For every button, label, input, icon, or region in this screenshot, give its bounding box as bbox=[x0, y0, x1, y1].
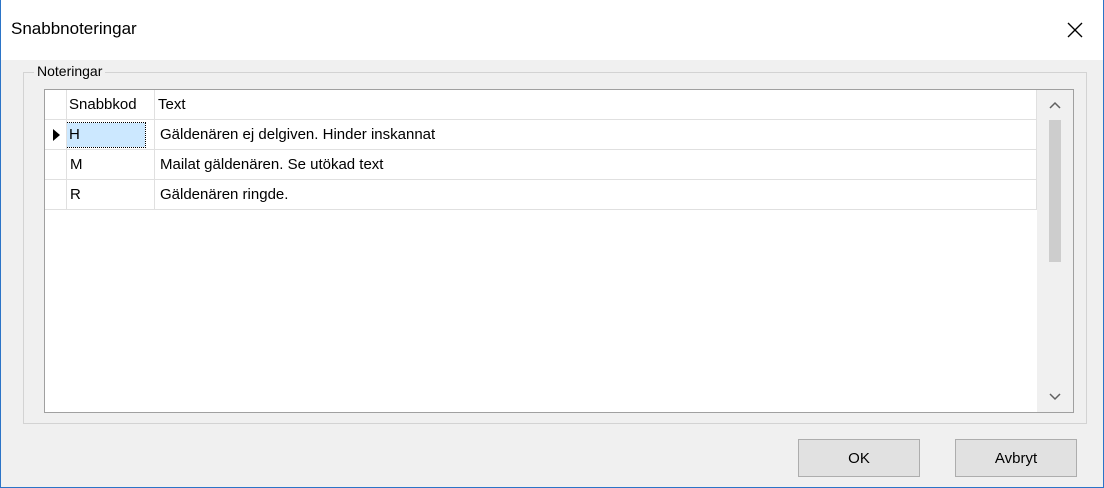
row-header[interactable] bbox=[45, 120, 67, 150]
dialog-window: Snabbnoteringar Noteringar Snabbkod Text… bbox=[0, 0, 1104, 488]
table-row[interactable]: H Gäldenären ej delgiven. Hinder inskann… bbox=[45, 120, 1037, 150]
cell-code[interactable]: H bbox=[67, 120, 155, 150]
cell-code-value: H bbox=[67, 122, 146, 148]
title-bar: Snabbnoteringar bbox=[1, 0, 1103, 60]
chevron-up-icon bbox=[1049, 101, 1061, 109]
cell-code[interactable]: M bbox=[67, 150, 155, 180]
ok-button[interactable]: OK bbox=[798, 439, 920, 477]
row-header[interactable] bbox=[45, 180, 67, 210]
notes-groupbox: Noteringar Snabbkod Text H Gäldenären ej… bbox=[23, 63, 1087, 424]
scroll-down-button[interactable] bbox=[1037, 382, 1073, 412]
column-header-text[interactable]: Text bbox=[155, 90, 1037, 120]
cell-code[interactable]: R bbox=[67, 180, 155, 210]
scrollbar-thumb[interactable] bbox=[1049, 120, 1061, 262]
chevron-down-icon bbox=[1049, 393, 1061, 401]
notes-grid[interactable]: Snabbkod Text H Gäldenären ej delgiven. … bbox=[44, 89, 1074, 413]
row-header-corner bbox=[45, 90, 67, 120]
cell-text[interactable]: Gäldenären ringde. bbox=[155, 180, 1037, 210]
grid-header-row: Snabbkod Text bbox=[45, 90, 1037, 120]
column-header-code[interactable]: Snabbkod bbox=[67, 90, 155, 120]
row-pointer-icon bbox=[53, 129, 60, 141]
table-row[interactable]: M Mailat gäldenären. Se utökad text bbox=[45, 150, 1037, 180]
window-title: Snabbnoteringar bbox=[11, 19, 137, 38]
cell-text[interactable]: Mailat gäldenären. Se utökad text bbox=[155, 150, 1037, 180]
row-header[interactable] bbox=[45, 150, 67, 180]
close-button[interactable] bbox=[1047, 0, 1103, 60]
cell-text[interactable]: Gäldenären ej delgiven. Hinder inskannat bbox=[155, 120, 1037, 150]
table-row[interactable]: R Gäldenären ringde. bbox=[45, 180, 1037, 210]
vertical-scrollbar[interactable] bbox=[1037, 90, 1073, 412]
groupbox-label: Noteringar bbox=[34, 63, 106, 79]
scroll-up-button[interactable] bbox=[1037, 90, 1073, 120]
cancel-button[interactable]: Avbryt bbox=[955, 439, 1077, 477]
close-icon bbox=[1067, 22, 1083, 38]
